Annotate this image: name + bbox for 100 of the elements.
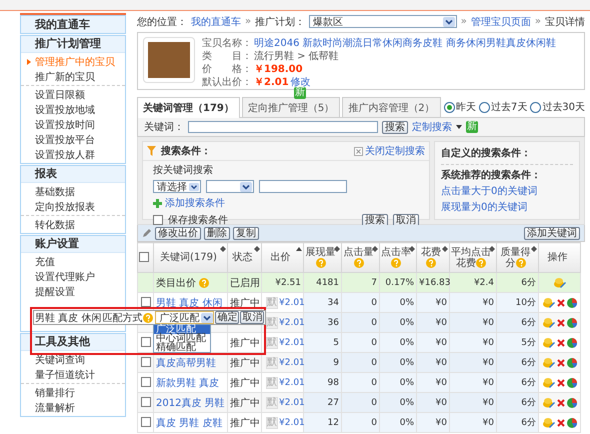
pie-chart-icon[interactable] <box>566 338 576 348</box>
sidebar-item[interactable]: 定向投放报表 <box>35 200 95 214</box>
sort-icon[interactable] <box>296 246 302 252</box>
delete-icon[interactable] <box>556 338 564 346</box>
tab[interactable]: 关键词管理（179） <box>137 97 240 118</box>
checkbox[interactable] <box>153 215 163 225</box>
toolbar-button[interactable]: 复制 <box>233 226 259 240</box>
pie-chart-icon[interactable] <box>566 418 576 428</box>
delete-icon[interactable] <box>556 378 564 386</box>
product-name-link[interactable]: 明途2046 新款时尚潮流日常休闲商务皮鞋 商务休闲男鞋真皮休闲鞋 <box>254 38 556 50</box>
select-all-checkbox[interactable] <box>139 252 149 262</box>
edit-icon[interactable] <box>542 417 554 428</box>
toolbar-button[interactable]: 修改出价 <box>155 226 201 240</box>
edit-icon[interactable] <box>542 377 554 388</box>
sort-icon[interactable] <box>409 246 415 252</box>
add-keyword-button[interactable]: 添加关键词 <box>524 226 580 240</box>
sidebar-title[interactable]: 我的直通车 <box>20 15 126 34</box>
custom-search-link[interactable]: 定制搜索 <box>412 120 452 134</box>
panel-button[interactable]: 取消 <box>393 214 419 226</box>
bid-value[interactable]: ¥2.01 <box>279 418 305 428</box>
search-button[interactable]: 搜索 <box>382 120 408 134</box>
tab[interactable]: 定向推广管理（5） <box>242 97 340 117</box>
recommended-condition-link[interactable]: 展现量为0的关键词 <box>441 200 573 214</box>
pie-chart-icon[interactable] <box>566 318 576 328</box>
bid-value[interactable]: ¥2.01 <box>279 338 305 348</box>
pie-chart-icon[interactable] <box>566 378 576 388</box>
row-checkbox[interactable] <box>140 417 150 428</box>
add-condition-link[interactable]: 添加搜索条件 <box>165 196 225 210</box>
row-checkbox[interactable] <box>140 397 150 408</box>
close-custom-search-link[interactable]: 关闭定制搜索 <box>365 144 425 158</box>
delete-icon[interactable] <box>556 298 564 306</box>
sidebar-item[interactable]: 转化数据 <box>35 218 75 232</box>
edit-icon[interactable] <box>542 317 554 328</box>
delete-icon[interactable] <box>556 358 564 366</box>
match-type-dropdown[interactable]: 广泛匹配 <box>155 311 214 324</box>
breadcrumb-separator: » <box>534 16 541 27</box>
breadcrumb-link[interactable]: 管理宝贝页面 <box>470 14 531 28</box>
sidebar-item[interactable]: 设置日限额 <box>35 88 85 102</box>
sort-icon[interactable] <box>220 246 226 252</box>
operator-dropdown[interactable] <box>206 180 254 193</box>
plan-dropdown[interactable]: 爆款区 <box>309 15 457 28</box>
recommended-condition-link[interactable]: 点击量大于0的关键词 <box>441 184 573 198</box>
sidebar-item[interactable]: 设置代理账户 <box>35 270 95 284</box>
delete-icon[interactable] <box>556 318 564 326</box>
delete-icon[interactable] <box>556 398 564 406</box>
edit-icon[interactable] <box>542 297 554 308</box>
edit-icon[interactable] <box>554 277 566 288</box>
sidebar-item[interactable]: 基础数据 <box>35 184 75 198</box>
dropdown-option[interactable]: 广泛匹配 <box>154 325 210 334</box>
radio-button[interactable] <box>478 102 490 112</box>
bid-value[interactable]: ¥2.01 <box>279 358 305 368</box>
sidebar-item[interactable]: 量子恒道统计 <box>35 368 95 382</box>
sidebar-item[interactable]: 设置投放人群 <box>35 148 95 162</box>
sidebar-item[interactable]: 充值 <box>35 254 55 268</box>
toolbar-button[interactable]: 删除 <box>204 226 230 240</box>
row-checkbox[interactable] <box>140 297 150 308</box>
edit-icon[interactable] <box>542 397 554 408</box>
sidebar-item[interactable]: 关键词查询 <box>35 352 85 366</box>
panel-button[interactable]: 搜索 <box>362 214 388 226</box>
sidebar-item[interactable]: 设置投放地域 <box>35 102 95 116</box>
dropdown-option[interactable]: 精确匹配 <box>154 343 210 352</box>
pie-chart-icon[interactable] <box>566 398 576 408</box>
bid-value[interactable]: ¥2.01 <box>279 298 305 308</box>
sort-icon[interactable] <box>442 246 448 252</box>
bid-value[interactable]: ¥2.01 <box>279 318 305 328</box>
sidebar-item[interactable]: 提醒设置 <box>35 284 75 298</box>
pie-chart-icon[interactable] <box>566 298 576 308</box>
field-dropdown[interactable]: 请选择 <box>153 180 201 193</box>
row-checkbox[interactable] <box>140 337 150 348</box>
sort-icon[interactable] <box>334 246 340 252</box>
sidebar-item[interactable]: 设置投放平台 <box>35 132 95 146</box>
row-checkbox[interactable] <box>140 357 150 368</box>
bid-value[interactable]: ¥2.01 <box>279 398 305 408</box>
sort-icon[interactable] <box>254 246 260 252</box>
sidebar-item[interactable]: 设置投放时间 <box>35 118 95 132</box>
sort-icon[interactable] <box>489 246 495 252</box>
sidebar-item[interactable]: 推广新的宝贝 <box>35 70 95 84</box>
sort-icon[interactable] <box>531 246 537 252</box>
plus-icon[interactable] <box>153 198 162 208</box>
pie-chart-icon[interactable] <box>566 358 576 368</box>
tab[interactable]: 推广内容管理（2） <box>342 97 441 117</box>
keyword-input[interactable] <box>188 121 378 133</box>
edit-icon[interactable] <box>542 337 554 348</box>
dropdown-option[interactable]: 中心词匹配 <box>154 334 210 343</box>
bid-value[interactable]: ¥2.01 <box>279 378 305 388</box>
sidebar-item[interactable]: 流量解析 <box>35 400 75 414</box>
radio-button[interactable] <box>530 102 542 112</box>
caret-icon[interactable] <box>456 125 462 129</box>
row-checkbox[interactable] <box>140 377 150 388</box>
sidebar-item[interactable]: 销量排行 <box>35 386 75 400</box>
close-icon[interactable] <box>354 146 363 156</box>
popup-button[interactable]: 确定 <box>215 311 240 324</box>
popup-button[interactable]: 取消 <box>240 311 264 324</box>
breadcrumb-link[interactable]: 我的直通车 <box>191 14 241 28</box>
edit-icon[interactable] <box>542 357 554 368</box>
sort-icon[interactable] <box>372 246 378 252</box>
condition-input[interactable] <box>259 180 347 193</box>
table-cell: 10分 <box>496 292 538 312</box>
radio-button[interactable] <box>444 102 455 112</box>
delete-icon[interactable] <box>556 418 564 426</box>
